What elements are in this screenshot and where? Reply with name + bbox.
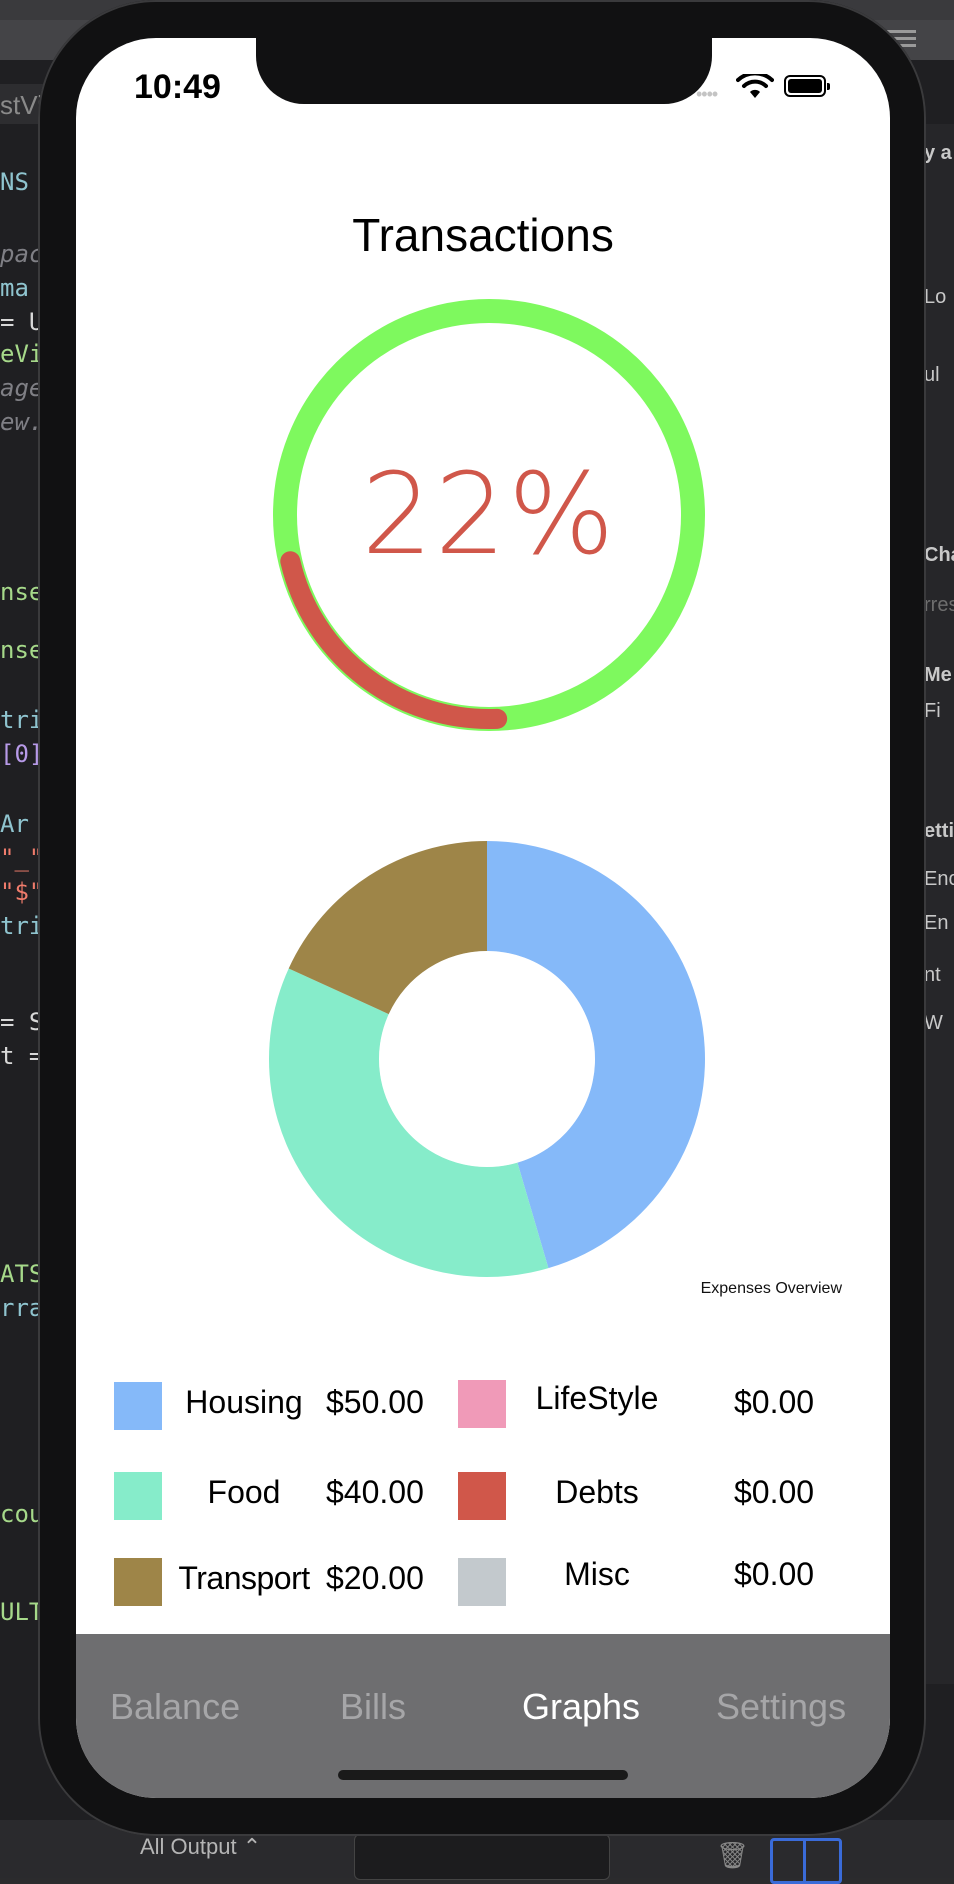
home-indicator[interactable] [338,1770,628,1780]
food-swatch [114,1472,162,1520]
inspector-label: etti [924,820,954,842]
inspector-label: y a [924,142,952,164]
legend-label-lifestyle: LifeStyle [535,1380,659,1416]
code-line: [0] [0,740,44,768]
code-line: tri [0,706,44,734]
code-line: NS [0,168,29,196]
tab-bills[interactable]: Bills [340,1686,406,1728]
legend-label-debts: Debts [555,1474,639,1510]
lifestyle-swatch [458,1380,506,1428]
legend-row: Food $40.00 Debts $0.00 [114,1468,854,1524]
code-line: t = [0,1042,44,1070]
transactions-progress-ring: 22% [264,290,714,740]
expenses-donut-chart [258,830,716,1288]
inspector-label: Me [924,664,952,686]
code-line: ew. [0,408,44,436]
donut-hole [391,963,583,1155]
status-time: 10:49 [134,68,221,106]
inspector-label: Fi [924,700,941,722]
code-line: ULT [0,1598,44,1626]
code-line: ma [0,274,29,302]
debts-swatch [458,1472,506,1520]
legend-value-debts: $0.00 [734,1474,815,1510]
legend-label-housing: Housing [185,1384,303,1420]
legend-value-lifestyle: $0.00 [734,1384,815,1420]
inspector-label: rres [924,594,954,616]
ide-editor-tab-label: stVi [0,90,43,120]
status-icons: •••• [696,74,856,104]
code-line: cou [0,1500,44,1528]
tab-balance[interactable]: Balance [110,1686,240,1728]
cellular-signal-icon: •••• [696,84,718,104]
legend-value-food: $40.00 [326,1474,424,1510]
inspector-label: Cha [924,544,954,566]
code-line: age [0,374,44,402]
inspector-label: Lo [924,286,947,308]
legend-value-transport: $20.00 [326,1560,424,1596]
code-line: "$" [0,878,44,906]
code-line: = S [0,1008,44,1036]
legend-label-transport: Transport [178,1560,310,1596]
legend-row: Housing $50.00 LifeStyle $0.00 [114,1378,854,1434]
legend-value-housing: $50.00 [326,1384,424,1420]
code-line: pac [0,240,44,268]
code-line: ATS [0,1260,44,1288]
device-notch [256,38,712,104]
code-line: "_" [0,844,44,872]
inspector-label: W [924,1012,943,1034]
inspector-label: ul [924,364,940,386]
tab-graphs[interactable]: Graphs [522,1686,640,1728]
inspector-label: Enc [924,868,954,890]
page-title: Transactions [352,209,614,261]
output-filter-dropdown[interactable]: All Output ⌃ [140,1834,261,1860]
code-line: tri [0,912,44,940]
legend-label-misc: Misc [564,1556,630,1592]
housing-swatch [114,1382,162,1430]
code-line: nse [0,636,44,664]
progress-percent-label: 22% [361,450,617,580]
misc-swatch [458,1558,506,1606]
legend-value-misc: $0.00 [734,1556,815,1592]
app-screen: 10:49 •••• Transactions 22% Expenses Ove… [76,38,890,1798]
transport-swatch [114,1558,162,1606]
code-line: eVi [0,340,44,368]
inspector-label: nt [924,964,941,986]
wifi-icon [736,74,774,98]
legend-row: Transport $20.00 Misc $0.00 [114,1554,854,1610]
split-panes-icon[interactable] [770,1838,842,1884]
legend-label-food: Food [207,1474,281,1510]
code-line: nse [0,578,44,606]
code-line: Ar [0,810,29,838]
expenses-legend: Housing $50.00 LifeStyle $0.00 Food $40.… [114,1378,854,1678]
chart-caption: Expenses Overview [700,1280,842,1297]
battery-icon [784,75,830,97]
inspector-label: En [924,912,949,934]
tab-settings[interactable]: Settings [716,1686,846,1728]
trash-icon[interactable]: 🗑 [716,1840,749,1871]
output-filter-field[interactable] [354,1834,610,1880]
code-line: = U [0,308,44,336]
